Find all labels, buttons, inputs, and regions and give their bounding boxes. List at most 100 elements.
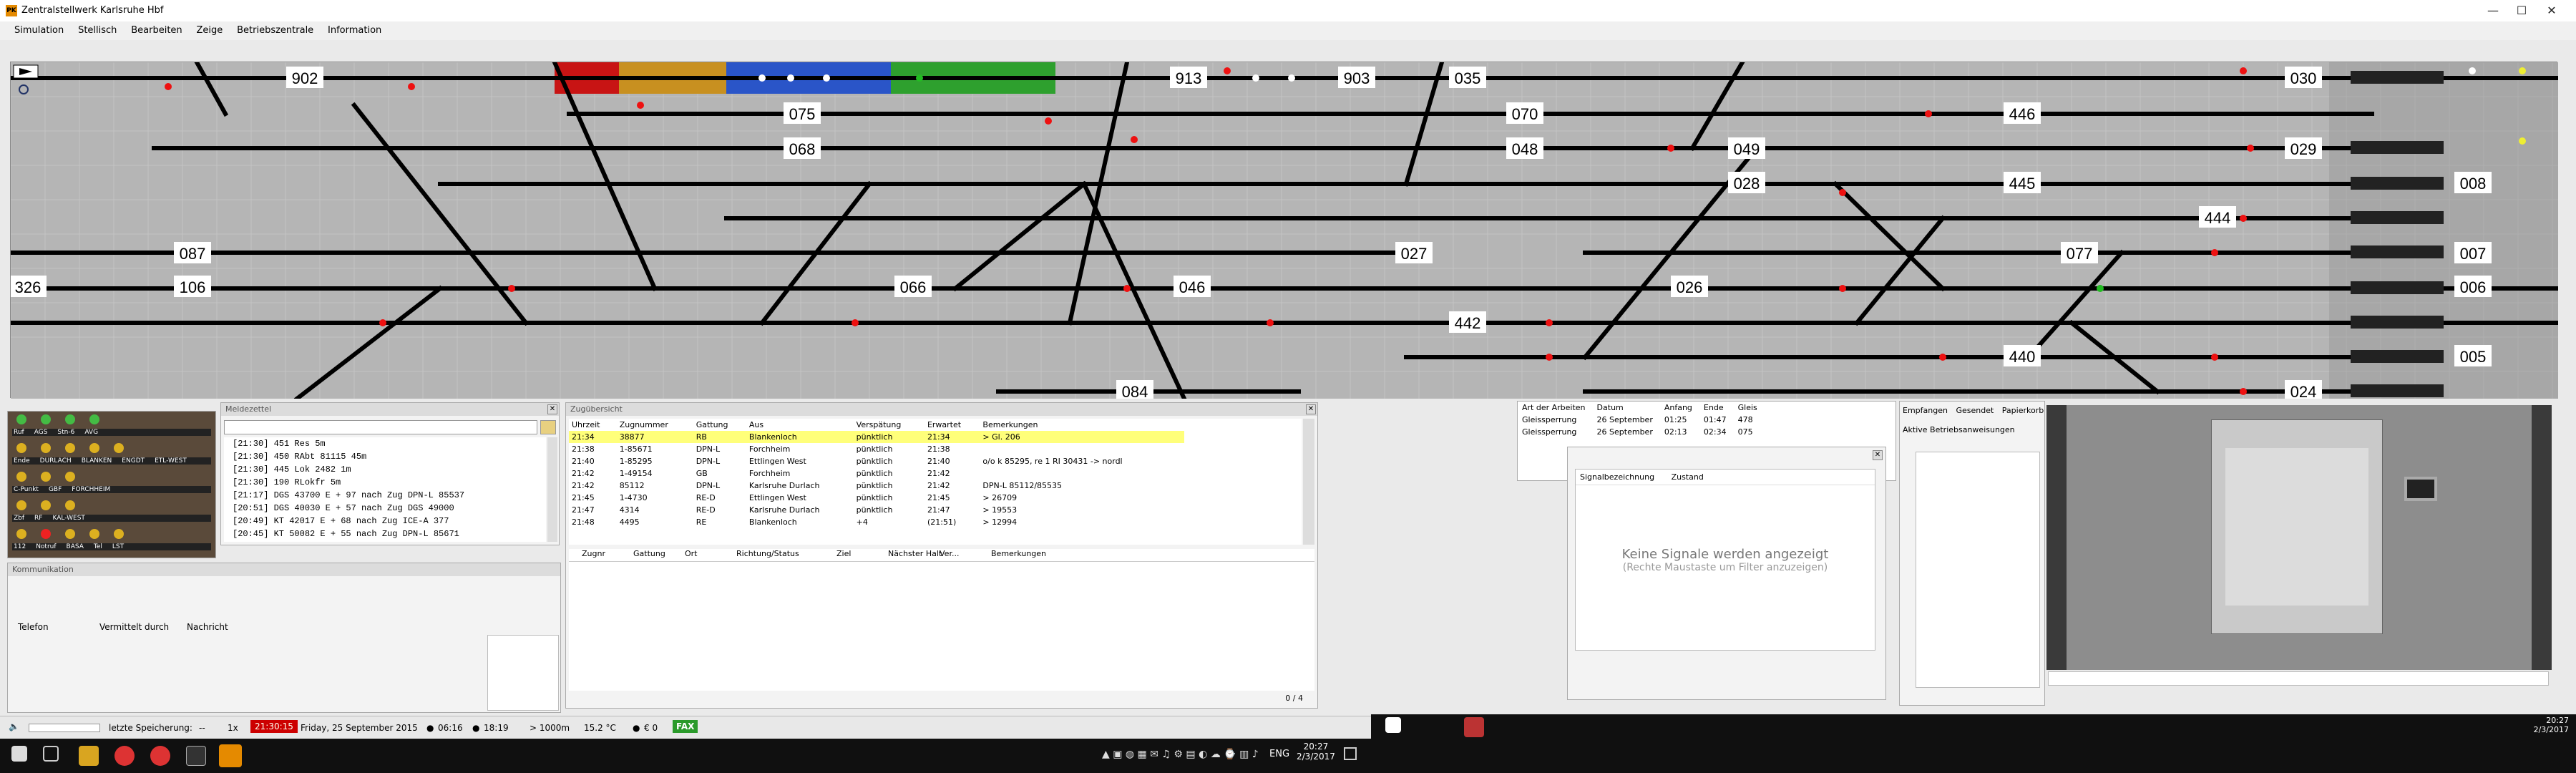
message-line[interactable]: [21:17] DGS 43700 E + 97 nach Zug DPN-L … xyxy=(224,489,546,502)
track-number-label[interactable]: 445 xyxy=(2009,175,2036,193)
track-number-label[interactable]: 066 xyxy=(900,278,927,296)
speed-value[interactable]: 1x xyxy=(228,723,238,733)
track-number-label[interactable]: 106 xyxy=(180,278,206,296)
track-number-label[interactable]: 446 xyxy=(2009,105,2036,123)
works-row[interactable]: Gleissperrung 26 September 02:13 02:34 075 xyxy=(1518,426,1765,438)
message-line[interactable]: [20:49] KT 42017 E + 68 nach Zug ICE-A 3… xyxy=(224,515,546,528)
control-lamp[interactable] xyxy=(16,500,26,510)
control-lamp[interactable] xyxy=(16,472,26,482)
control-lamp[interactable] xyxy=(41,500,51,510)
control-lamp[interactable] xyxy=(16,414,26,424)
works-col-header[interactable]: Anfang xyxy=(1660,402,1699,414)
pencil-icon[interactable] xyxy=(540,420,556,434)
track-number-label[interactable]: 048 xyxy=(1512,140,1538,158)
control-lamp[interactable] xyxy=(41,414,51,424)
maximize-button[interactable]: ☐ xyxy=(2507,2,2536,19)
track-number-label[interactable]: 049 xyxy=(1734,140,1760,158)
train-table-wrap[interactable]: Uhrzeit Zugnummer Gattung Aus Verspätung Erwa… xyxy=(569,419,1302,545)
track-number-label[interactable]: 087 xyxy=(180,245,206,263)
explorer-icon[interactable] xyxy=(79,746,99,766)
track-number-label[interactable]: 026 xyxy=(1677,278,1703,296)
train-row[interactable]: 21:42 85112 DPN-L Karlsruhe Durlach pünktlic… xyxy=(569,480,1184,492)
track-number-label[interactable]: 027 xyxy=(1401,245,1428,263)
chrome-icon[interactable] xyxy=(114,746,135,766)
train-table[interactable]: Uhrzeit Zugnummer Gattung Aus Verspätung Erwa… xyxy=(569,419,1184,528)
detail-col-header[interactable]: Ziel xyxy=(824,549,875,558)
tray-icons[interactable]: ▲ ▣ ◍ ▦ ✉ ♫ ⚙ ▤ ◐ ☁ ⌚ ▥ ♪ xyxy=(1102,749,1259,760)
windows-start-icon-2[interactable] xyxy=(1385,717,1401,733)
mail-list[interactable] xyxy=(1916,452,2040,688)
task-view-icon[interactable] xyxy=(43,746,59,762)
control-lamp[interactable] xyxy=(114,529,124,539)
train-col-header[interactable]: Uhrzeit xyxy=(569,419,617,431)
track-number-label[interactable]: 029 xyxy=(2290,140,2317,158)
track-number-label[interactable]: 075 xyxy=(789,105,816,123)
control-lamp[interactable] xyxy=(114,443,124,453)
control-lamp[interactable] xyxy=(16,529,26,539)
control-lamp[interactable] xyxy=(65,443,75,453)
control-lamp[interactable] xyxy=(89,529,99,539)
message-line[interactable]: [20:51] DGS 40030 E + 57 nach Zug DGS 49… xyxy=(224,502,546,515)
detail-col-header[interactable]: Bemerkungen xyxy=(978,549,1121,558)
track-number-label[interactable]: 902 xyxy=(292,69,318,87)
track-number-label[interactable]: 440 xyxy=(2009,348,2036,366)
track-number-label[interactable]: 007 xyxy=(2460,245,2487,263)
track-number-label[interactable]: 903 xyxy=(1344,69,1370,87)
train-col-header[interactable]: Verspätung xyxy=(854,419,924,431)
control-lamp[interactable] xyxy=(89,414,99,424)
train-row[interactable]: 21:47 4314 RE-D Karlsruhe Durlach pünktlich 2… xyxy=(569,504,1184,516)
control-lamp[interactable] xyxy=(65,500,75,510)
train-detail-table[interactable]: Zugnr Gattung Ort Richtung/Status Ziel Nächst… xyxy=(569,549,1314,691)
clock[interactable]: 20:27 2/3/2017 xyxy=(1297,742,1335,762)
track-number-label[interactable]: 077 xyxy=(2067,245,2093,263)
track-number-label[interactable]: 006 xyxy=(2460,278,2487,296)
works-col-header[interactable]: Datum xyxy=(1593,402,1660,414)
track-number-label[interactable]: 030 xyxy=(2290,69,2317,87)
track-number-label[interactable]: 070 xyxy=(1512,105,1538,123)
message-scrollbar[interactable] xyxy=(547,437,557,542)
message-input[interactable] xyxy=(224,420,537,434)
detail-col-header[interactable]: Richtung/Status xyxy=(723,549,824,558)
track-number-label[interactable]: 035 xyxy=(1455,69,1481,87)
control-lamp[interactable] xyxy=(65,529,75,539)
track-number-label[interactable]: 046 xyxy=(1179,278,1206,296)
message-line[interactable]: [21:30] 451 Res 5m xyxy=(224,437,546,450)
detail-col-header[interactable]: Ver... xyxy=(927,549,978,558)
language-indicator[interactable]: ENG xyxy=(1269,749,1289,759)
train-row[interactable]: 21:45 1-4730 RE-D Ettlingen West pünktlich 21… xyxy=(569,492,1184,504)
track-number-label[interactable]: 913 xyxy=(1176,69,1202,87)
track-number-label[interactable]: 005 xyxy=(2460,348,2487,366)
works-table[interactable]: Art der Arbeiten Datum Anfang Ende Gleis Glei… xyxy=(1518,402,1765,438)
windows-start-icon[interactable] xyxy=(11,746,27,762)
detail-col-header[interactable]: Zugnr xyxy=(569,549,620,558)
menu-bearbeiten[interactable]: Bearbeiten xyxy=(127,21,189,36)
train-col-header[interactable]: Zugnummer xyxy=(617,419,693,431)
train-col-header[interactable]: Gattung xyxy=(693,419,746,431)
message-list[interactable]: [21:30] 451 Res 5m [21:30] 450 RAbt 81115… xyxy=(224,437,546,542)
menu-betriebszentrale[interactable]: Betriebszentrale xyxy=(233,21,321,36)
track-number-label[interactable]: 084 xyxy=(1122,383,1148,401)
train-scrollbar[interactable] xyxy=(1303,419,1314,545)
track-diagram[interactable]: 902 913 903 035 030 075 070 446 068 048 049 029 028 4… xyxy=(9,59,2560,402)
menu-simulation[interactable]: Simulation xyxy=(0,21,71,36)
message-line[interactable]: [21:30] 190 RLokfr 5m xyxy=(224,476,546,489)
menu-stellisch[interactable]: Stellisch xyxy=(74,21,124,36)
track-diagram-svg[interactable]: 902 913 903 035 030 075 070 446 068 048 049 029 028 4… xyxy=(9,59,2560,402)
menu-zeige[interactable]: Zeige xyxy=(192,21,230,36)
train-row[interactable]: 21:40 1-85295 DPN-L Ettlingen West pünktlich… xyxy=(569,455,1184,467)
train-row[interactable]: 21:38 1-85671 DPN-L Forchheim pünktlich 21:38 xyxy=(569,443,1184,455)
tab-empfangen[interactable]: Empfangen xyxy=(1903,406,1948,415)
train-row[interactable]: 21:42 1-49154 GB Forchheim pünktlich 21:42 xyxy=(569,467,1184,480)
control-lamp[interactable] xyxy=(89,443,99,453)
terminal-icon[interactable] xyxy=(186,746,206,766)
control-lamp[interactable] xyxy=(41,529,51,539)
track-number-label[interactable]: 326 xyxy=(15,278,42,296)
fax-button[interactable]: FAX xyxy=(673,720,698,733)
tab-gesendet[interactable]: Gesendet xyxy=(1956,406,1994,415)
track-number-label[interactable]: 008 xyxy=(2460,175,2487,193)
works-col-header[interactable]: Ende xyxy=(1699,402,1734,414)
detail-col-header[interactable]: Gattung xyxy=(620,549,672,558)
control-lamp[interactable] xyxy=(41,443,51,453)
track-number-label[interactable]: 068 xyxy=(789,140,816,158)
train-overview-close[interactable]: ✕ xyxy=(1306,404,1316,414)
